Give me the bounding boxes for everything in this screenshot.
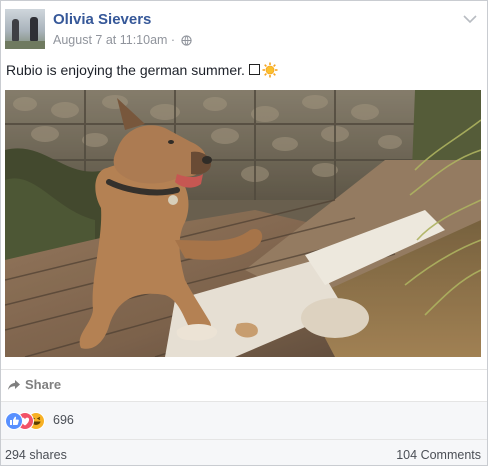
share-arrow-icon [8,380,20,390]
post-card: Olivia Sievers August 7 at 11:10am · Rub… [0,0,488,466]
like-reaction-icon [5,412,23,430]
reactions-bar: 696 [1,401,487,440]
post-timestamp[interactable]: August 7 at 11:10am [53,33,167,47]
comments-count[interactable]: 104 Comments [396,448,481,462]
post-photo[interactable] [5,90,481,357]
globe-icon[interactable] [180,35,192,49]
avatar-ground [5,41,45,49]
post-header: Olivia Sievers August 7 at 11:10am · [5,9,485,53]
reaction-count[interactable]: 696 [53,413,74,427]
sun-icon [262,62,278,81]
share-label: Share [25,377,62,392]
post-message: Rubio is enjoying the german summer. [6,62,278,81]
post-actions: Share [1,369,487,402]
post-text: Rubio is enjoying the german summer. [6,62,245,78]
post-stats: 294 shares 104 Comments [1,439,487,465]
post-meta: August 7 at 11:10am · [53,33,192,49]
shares-count[interactable]: 294 shares [5,448,67,462]
avatar[interactable] [5,9,45,49]
author-name[interactable]: Olivia Sievers [53,11,151,28]
share-button[interactable]: Share [7,377,61,392]
square-icon [248,64,260,75]
avatar-figure [30,17,38,41]
meta-separator: · [170,33,176,47]
avatar-figure [12,19,19,41]
chevron-down-icon[interactable] [463,11,477,24]
